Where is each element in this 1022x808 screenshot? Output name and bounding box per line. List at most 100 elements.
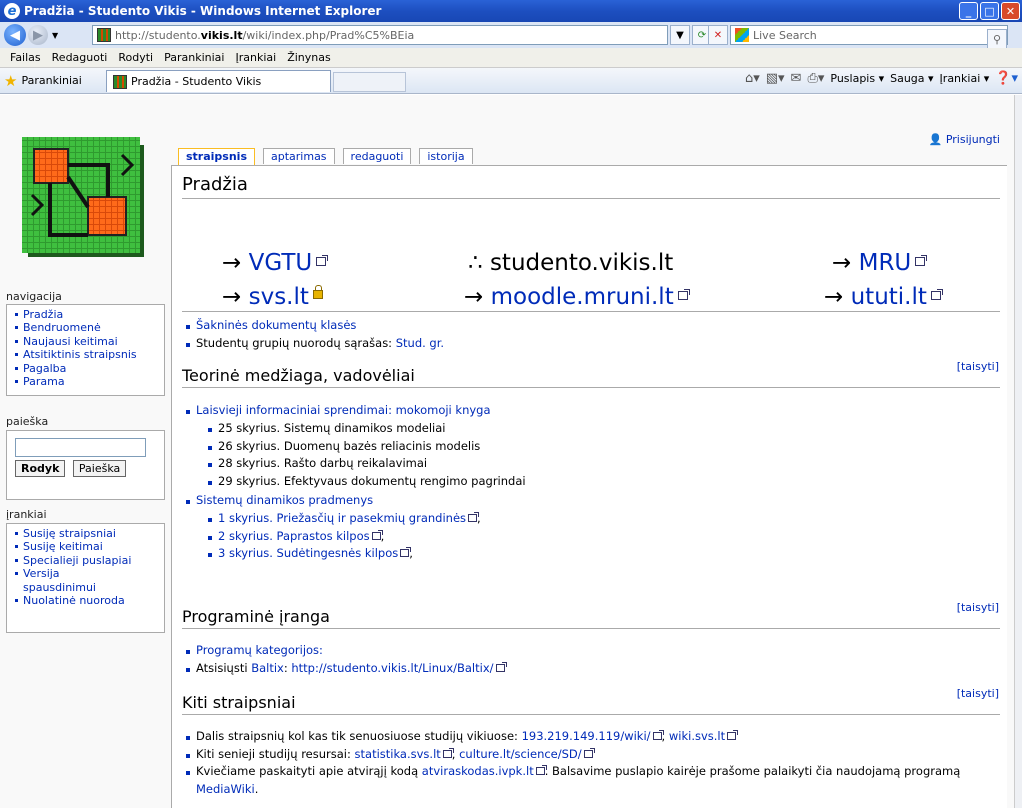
old-wiki-ip-link[interactable]: 193.219.149.119/wiki/ xyxy=(522,729,651,743)
menu-tools[interactable]: Įrankiai xyxy=(235,51,276,64)
search-fulltext-button[interactable]: Paieška xyxy=(72,460,127,477)
other-list: Dalis straipsnių kol kas tik senuosiuose… xyxy=(184,728,960,798)
menu-help[interactable]: Žinynas xyxy=(287,51,331,64)
nav-link-community[interactable]: Bendruomenė xyxy=(15,321,158,334)
baltix-link[interactable]: Baltix xyxy=(251,661,284,675)
window-title-bar: e Pradžia - Studento Vikis - Windows Int… xyxy=(0,0,1022,22)
menu-view[interactable]: Rodyti xyxy=(118,51,153,64)
tab-article[interactable]: straipsnis xyxy=(178,148,255,166)
favorites-star-icon[interactable]: ★ xyxy=(4,72,17,90)
svs-link-row: → svs.lt xyxy=(222,284,323,310)
tools-menu[interactable]: Įrankiai ▾ xyxy=(940,72,990,85)
list-item: Sistemų dinamikos pradmenys xyxy=(184,492,373,510)
page-menu[interactable]: Puslapis ▾ xyxy=(830,72,884,85)
tool-link-printable[interactable]: Versija xyxy=(15,567,158,580)
favorites-label[interactable]: Parankiniai xyxy=(21,74,81,87)
book1-link[interactable]: Laisvieji informaciniai sprendimai: moko… xyxy=(196,403,491,417)
back-button[interactable]: ◀ xyxy=(4,24,26,46)
arrow-glyph: → xyxy=(832,250,852,276)
content-actions: straipsnis aptarimas redaguoti istorija xyxy=(178,148,481,166)
login-link[interactable]: Prisijungti xyxy=(946,133,1000,146)
arrow-glyph: → xyxy=(222,284,242,310)
vgtu-link[interactable]: VGTU xyxy=(249,250,313,276)
tab-discussion[interactable]: aptarimas xyxy=(263,148,335,164)
vertical-scrollbar[interactable] xyxy=(1014,95,1022,808)
home-icon[interactable]: ⌂▾ xyxy=(745,71,760,86)
new-tab-button[interactable] xyxy=(333,72,406,92)
site-logo[interactable] xyxy=(22,135,156,269)
external-link-icon xyxy=(727,730,739,740)
tool-link-printable-cont[interactable]: spausdinimui xyxy=(15,581,158,594)
ie-logo-icon: e xyxy=(4,3,20,19)
stud-gr-link[interactable]: Stud. gr. xyxy=(396,336,444,350)
external-link-icon xyxy=(442,747,454,758)
root-classes-link[interactable]: Šakninės dokumentų klasės xyxy=(196,318,356,332)
search-go-button-wiki[interactable]: Rodyk xyxy=(15,460,66,477)
list-item: Kviečiame paskaityti apie atvirąjį kodą … xyxy=(184,763,960,781)
tool-link-special-pages[interactable]: Specialieji puslapiai xyxy=(15,554,158,567)
maximize-button[interactable]: □ xyxy=(980,2,999,20)
chapter-2-link[interactable]: 2 skyrius. Paprastos kilpos xyxy=(218,529,370,543)
nav-link-help[interactable]: Pagalba xyxy=(15,362,158,375)
address-bar[interactable]: http://studento. vikis.lt/wiki/index.php/… xyxy=(92,25,668,45)
statistika-link[interactable]: statistika.svs.lt xyxy=(355,747,441,761)
menu-file[interactable]: Failas xyxy=(10,51,41,64)
navigation-portlet: Pradžia Bendruomenė Naujausi keitimai At… xyxy=(6,304,165,396)
tool-link-permalink[interactable]: Nuolatinė nuoroda xyxy=(15,594,158,607)
chapter-3-link[interactable]: 3 skyrius. Sudėtingesnės kilpos xyxy=(218,546,398,560)
stop-button[interactable]: ✕ xyxy=(708,25,728,45)
culture-link[interactable]: culture.lt/science/SD/ xyxy=(459,747,582,761)
mediawiki-link[interactable]: MediaWiki xyxy=(196,782,255,796)
tool-link-related-changes[interactable]: Susiję keitimai xyxy=(15,540,158,553)
live-search-box[interactable]: Live Search ⚲ xyxy=(730,25,1008,49)
external-link-icon xyxy=(930,289,943,300)
feeds-icon[interactable]: ▧▾ xyxy=(766,71,785,86)
ututi-link[interactable]: ututi.lt xyxy=(851,284,927,310)
chapter-1-link[interactable]: 1 skyrius. Priežasčių ir pasekmių grandi… xyxy=(218,511,466,525)
atviraskodas-link[interactable]: atviraskodas.ivpk.lt xyxy=(422,764,534,778)
minimize-button[interactable]: _ xyxy=(959,2,978,20)
main-content: Pradžia → VGTU ∴ studento.vikis.lt → MRU… xyxy=(171,165,1007,808)
mail-icon[interactable]: ✉ xyxy=(791,71,802,86)
url-domain: vikis.lt xyxy=(200,28,243,42)
mru-link[interactable]: MRU xyxy=(859,250,912,276)
theory-list: Laisvieji informaciniai sprendimai: moko… xyxy=(184,402,491,420)
safety-menu[interactable]: Sauga ▾ xyxy=(890,72,933,85)
browser-tab[interactable]: Pradžia - Studento Vikis xyxy=(106,70,331,92)
svs-link[interactable]: svs.lt xyxy=(249,284,309,310)
book2-link[interactable]: Sistemų dinamikos pradmenys xyxy=(196,493,373,507)
external-link-icon xyxy=(583,747,595,758)
site-name-heading: ∴ studento.vikis.lt xyxy=(468,250,674,276)
software-categories-link[interactable]: Programų kategorijos: xyxy=(196,643,323,657)
section-heading-software: Programinė įranga xyxy=(182,607,1000,629)
forward-button[interactable]: ▶ xyxy=(28,25,48,45)
print-icon[interactable]: ⎙▾ xyxy=(807,71,824,86)
list-item: 2 skyrius. Paprastos kilpos, xyxy=(206,528,481,546)
command-bar: ⌂▾ ▧▾ ✉ ⎙▾ Puslapis ▾ Sauga ▾ Įrankiai ▾… xyxy=(745,71,1018,86)
address-dropdown-button[interactable]: ▼ xyxy=(670,25,690,45)
nav-link-donate[interactable]: Parama xyxy=(15,375,158,388)
live-search-placeholder: Live Search xyxy=(753,28,817,42)
menu-edit[interactable]: Redaguoti xyxy=(52,51,108,64)
external-link-icon xyxy=(316,255,329,266)
moodle-link[interactable]: moodle.mruni.lt xyxy=(491,284,674,310)
nav-link-recent-changes[interactable]: Naujausi keitimai xyxy=(15,335,158,348)
help-icon[interactable]: ❓▾ xyxy=(995,71,1018,86)
moodle-link-row: → moodle.mruni.lt xyxy=(464,284,690,310)
nav-link-random[interactable]: Atsitiktinis straipsnis xyxy=(15,348,158,361)
nav-link-home[interactable]: Pradžia xyxy=(15,308,158,321)
tool-link-related[interactable]: Susiję straipsniai xyxy=(15,527,158,540)
history-dropdown-icon[interactable]: ▼ xyxy=(52,31,58,40)
list-item: Laisvieji informaciniai sprendimai: moko… xyxy=(184,402,491,420)
search-go-button[interactable]: ⚲ xyxy=(987,29,1007,49)
list-item-continuation: MediaWiki. xyxy=(184,781,960,799)
tab-edit[interactable]: redaguoti xyxy=(342,148,412,164)
wiki-search-input[interactable] xyxy=(15,438,146,457)
list-item: 26 skyrius. Duomenų bazės reliacinis mod… xyxy=(206,438,526,456)
tab-history[interactable]: istorija xyxy=(419,148,473,164)
wiki-svs-link[interactable]: wiki.svs.lt xyxy=(669,729,725,743)
external-link-icon xyxy=(677,289,690,300)
menu-favorites[interactable]: Parankiniai xyxy=(164,51,224,64)
close-button[interactable]: ✕ xyxy=(1001,2,1020,20)
baltix-url-link[interactable]: http://studento.vikis.lt/Linux/Baltix/ xyxy=(291,661,493,675)
